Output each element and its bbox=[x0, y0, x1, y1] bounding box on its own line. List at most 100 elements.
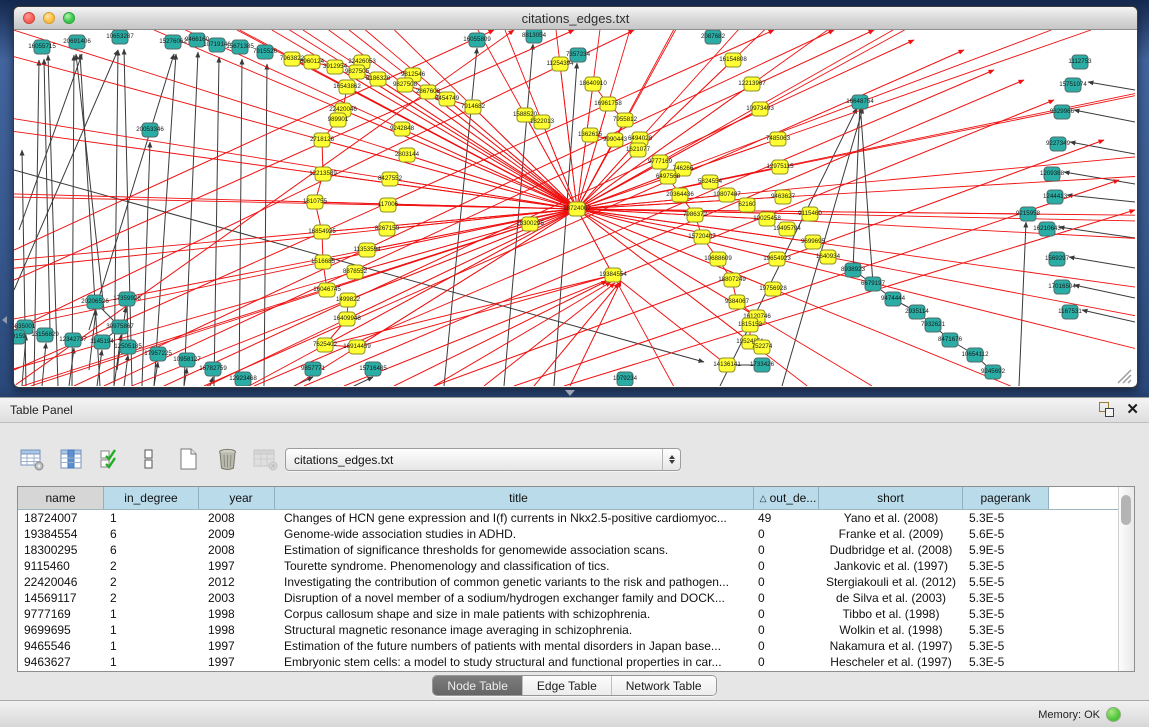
column-header-name[interactable]: name bbox=[18, 487, 104, 509]
network-node[interactable]: 10958127 bbox=[173, 353, 201, 367]
table-row[interactable]: 946362711997Embryonic stem cells: a mode… bbox=[18, 654, 1134, 670]
table-row[interactable]: 911546021997Tourette syndrome. Phenomeno… bbox=[18, 558, 1134, 574]
network-node[interactable]: 1621077 bbox=[626, 143, 651, 157]
scrollbar-thumb[interactable] bbox=[1121, 495, 1131, 525]
network-node[interactable]: 15671385 bbox=[226, 40, 254, 54]
network-node[interactable]: 1640934 bbox=[816, 250, 841, 264]
network-node[interactable]: 7914682 bbox=[461, 100, 486, 114]
network-node[interactable]: 1569297 bbox=[1045, 252, 1070, 266]
network-node[interactable]: 15720407 bbox=[688, 230, 716, 244]
network-node[interactable]: 8813054 bbox=[522, 30, 547, 43]
network-node[interactable]: 117006 bbox=[378, 198, 399, 212]
table-row[interactable]: 969969511998Structural magnetic resonanc… bbox=[18, 622, 1134, 638]
network-node[interactable]: 9990443 bbox=[603, 133, 628, 147]
network-node[interactable]: 7485063 bbox=[766, 132, 791, 146]
table-selector-dropdown[interactable]: citations_edges.txt bbox=[285, 448, 681, 471]
tab-network-table[interactable]: Network Table bbox=[612, 676, 716, 695]
network-node[interactable]: 10688609 bbox=[704, 252, 732, 266]
network-node[interactable]: 7625402 bbox=[313, 338, 338, 352]
network-node[interactable]: 15751074 bbox=[1059, 78, 1087, 92]
network-node[interactable]: 1810755 bbox=[303, 195, 328, 209]
network-node[interactable]: 19495794 bbox=[773, 222, 801, 236]
network-node[interactable]: 12213967 bbox=[738, 77, 766, 91]
network-node[interactable]: 17016504 bbox=[1048, 280, 1076, 294]
network-node[interactable]: 18807249 bbox=[718, 273, 746, 287]
network-node[interactable]: 8267150 bbox=[375, 222, 400, 236]
network-node[interactable]: 1145194 bbox=[90, 335, 114, 349]
network-node[interactable]: 9227349 bbox=[1046, 137, 1071, 151]
network-node[interactable]: 16914459 bbox=[343, 340, 371, 354]
select-columns-icon[interactable] bbox=[57, 445, 85, 473]
network-node[interactable]: 9827508 bbox=[393, 78, 418, 92]
table-row[interactable]: 977716911998Corpus callosum shape and si… bbox=[18, 606, 1134, 622]
network-node[interactable]: 1499822 bbox=[336, 293, 361, 307]
network-node[interactable]: 13156829 bbox=[31, 328, 59, 342]
table-row[interactable]: 1456911722003Disruption of a novel membe… bbox=[18, 590, 1134, 606]
network-node[interactable]: 9245692 bbox=[981, 365, 1006, 379]
table-row[interactable]: 1938455462009Genome-wide association stu… bbox=[18, 526, 1134, 542]
network-node[interactable]: 2087682 bbox=[701, 30, 726, 44]
network-node[interactable]: 7915526 bbox=[253, 45, 278, 59]
column-header-in_degree[interactable]: in_degree bbox=[104, 487, 199, 509]
network-node[interactable]: 8960124 bbox=[300, 55, 325, 69]
network-node[interactable]: 9115460 bbox=[798, 207, 822, 221]
network-node[interactable]: 6497568 bbox=[656, 170, 681, 184]
network-node[interactable]: 8938923 bbox=[841, 263, 866, 277]
network-node[interactable]: 1244413 bbox=[1043, 190, 1068, 204]
network-node[interactable]: 18640910 bbox=[579, 77, 607, 91]
column-header-pagerank[interactable]: pagerank bbox=[963, 487, 1049, 509]
network-node[interactable]: 1815152 bbox=[738, 318, 763, 332]
column-header-year[interactable]: year bbox=[199, 487, 275, 509]
network-node[interactable]: 989901 bbox=[328, 113, 349, 127]
network-node[interactable]: 12213589 bbox=[309, 167, 337, 181]
network-node[interactable]: 9857771 bbox=[301, 362, 326, 376]
table-settings-icon[interactable] bbox=[18, 445, 46, 473]
network-node[interactable]: 2935114 bbox=[905, 305, 929, 319]
network-node[interactable]: 1516685 bbox=[311, 255, 336, 269]
network-node[interactable]: 20206526 bbox=[81, 295, 109, 309]
new-column-icon[interactable] bbox=[174, 445, 202, 473]
network-node[interactable]: 1167531 bbox=[1058, 305, 1082, 319]
column-header-title[interactable]: title bbox=[275, 487, 754, 509]
network-node[interactable]: 7357234 bbox=[566, 48, 591, 62]
network-node[interactable]: 10654112 bbox=[961, 348, 989, 362]
network-node[interactable]: 39159 bbox=[14, 330, 26, 344]
network-node[interactable]: 1822013 bbox=[530, 115, 555, 129]
network-node[interactable]: 7955812 bbox=[613, 113, 638, 127]
network-node[interactable]: 12975115 bbox=[766, 160, 794, 174]
table-row[interactable]: 2242004622012Investigating the contribut… bbox=[18, 574, 1134, 590]
network-node[interactable]: 12342737 bbox=[59, 333, 87, 347]
network-node[interactable]: 752274 bbox=[752, 340, 773, 354]
network-node[interactable]: 16782759 bbox=[199, 362, 227, 376]
resize-grip[interactable] bbox=[1118, 370, 1131, 383]
column-header-short[interactable]: short bbox=[819, 487, 963, 509]
panel-splitter-handle[interactable] bbox=[565, 390, 575, 396]
network-node[interactable]: 9699695 bbox=[801, 235, 826, 249]
network-node[interactable]: 17359928 bbox=[113, 292, 141, 306]
network-node[interactable]: 10025458 bbox=[753, 212, 781, 226]
network-node[interactable]: 30975867 bbox=[106, 320, 134, 334]
column-header-out_de[interactable]: △out_de... bbox=[754, 487, 819, 509]
network-node[interactable]: 9242848 bbox=[390, 122, 415, 136]
delete-column-trash-icon[interactable] bbox=[213, 445, 241, 473]
float-panel-icon[interactable] bbox=[1099, 402, 1114, 417]
network-node[interactable]: 9777169 bbox=[648, 155, 673, 169]
network-node[interactable]: 20053346 bbox=[136, 123, 164, 137]
table-vertical-scrollbar[interactable] bbox=[1118, 487, 1134, 671]
network-node[interactable]: 10653287 bbox=[106, 30, 134, 44]
network-node[interactable]: 16055809 bbox=[463, 33, 491, 47]
network-node[interactable]: 15276062 bbox=[159, 35, 187, 49]
network-node[interactable]: 8427552 bbox=[378, 172, 403, 186]
network-node[interactable]: 19384554 bbox=[599, 268, 627, 282]
network-node[interactable]: 7932621 bbox=[921, 318, 946, 332]
network-node[interactable]: 16154808 bbox=[719, 53, 747, 67]
network-node[interactable]: 1079234 bbox=[613, 372, 638, 386]
table-row[interactable]: 1830029562008Estimation of significance … bbox=[18, 542, 1134, 558]
delete-table-icon[interactable] bbox=[252, 445, 280, 473]
network-node[interactable]: 9329966 bbox=[1050, 105, 1075, 119]
network-node[interactable]: 6679197 bbox=[861, 277, 886, 291]
select-all-rows-icon[interactable] bbox=[96, 445, 124, 473]
network-node[interactable]: 1209388 bbox=[1040, 167, 1065, 181]
network-node[interactable]: 17957225 bbox=[144, 347, 172, 361]
network-window-titlebar[interactable]: citations_edges.txt bbox=[14, 7, 1137, 30]
